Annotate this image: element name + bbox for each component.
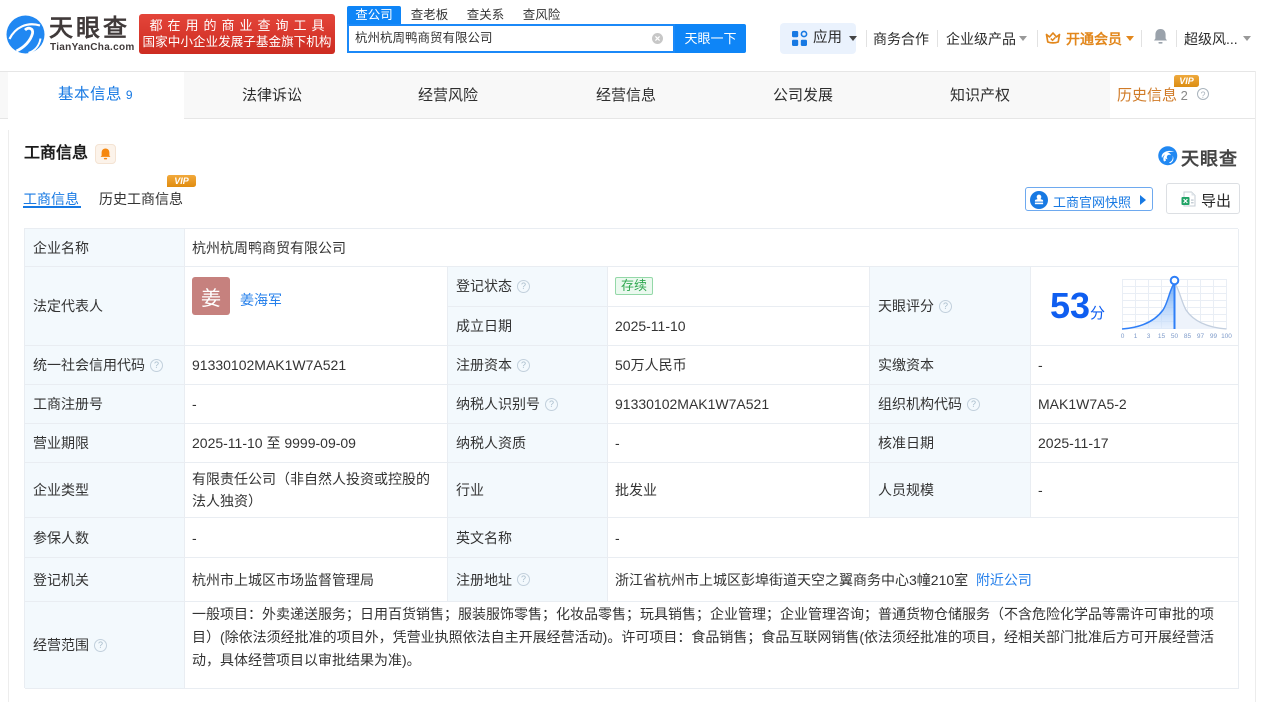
svg-text:3: 3 (1147, 333, 1151, 340)
svg-text:1: 1 (1134, 333, 1138, 340)
svg-text:0: 0 (1121, 333, 1125, 340)
svg-text:50: 50 (1171, 333, 1179, 340)
svg-text:97: 97 (1197, 333, 1205, 340)
svg-text:100: 100 (1221, 333, 1232, 340)
svg-text:15: 15 (1158, 333, 1166, 340)
svg-text:85: 85 (1184, 333, 1192, 340)
svg-text:99: 99 (1210, 333, 1218, 340)
